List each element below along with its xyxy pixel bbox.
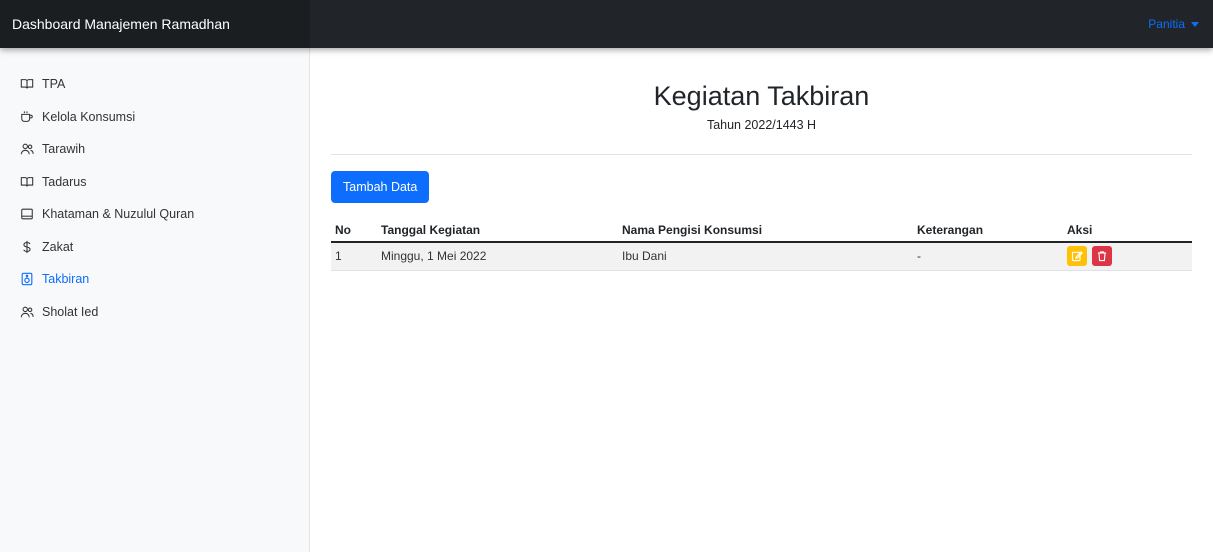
cell-keterangan: -: [913, 242, 1063, 271]
cell-no: 1: [331, 242, 377, 271]
divider: [331, 154, 1192, 155]
sidebar-item-tpa[interactable]: TPA: [0, 68, 309, 101]
main-content: Kegiatan Takbiran Tahun 2022/1443 H Tamb…: [331, 48, 1192, 552]
sidebar-item-label: Tadarus: [42, 174, 87, 189]
sidebar-item-label: Tarawih: [42, 142, 86, 157]
sidebar-item-label: Takbiran: [42, 272, 90, 287]
edit-button[interactable]: [1067, 246, 1087, 267]
sidebar-item-khataman[interactable]: Khataman & Nuzulul Quran: [0, 198, 309, 231]
users-icon: [20, 142, 34, 156]
app-brand[interactable]: Dashboard Manajemen Ramadhan: [0, 0, 310, 48]
users-icon: [20, 305, 34, 319]
dollar-icon: [20, 240, 34, 254]
data-table: No Tanggal Kegiatan Nama Pengisi Konsums…: [331, 219, 1192, 271]
sidebar-item-zakat[interactable]: Zakat: [0, 231, 309, 264]
table-header-row: No Tanggal Kegiatan Nama Pengisi Konsums…: [331, 219, 1192, 243]
column-header-keterangan: Keterangan: [913, 219, 1063, 243]
book-icon: [20, 175, 34, 189]
sidebar-item-tadarus[interactable]: Tadarus: [0, 166, 309, 199]
cell-nama: Ibu Dani: [618, 242, 913, 271]
cell-aksi: [1063, 242, 1192, 271]
delete-button[interactable]: [1092, 246, 1113, 267]
sidebar: TPA Kelola Konsumsi Tarawih Tadarus Khat…: [0, 48, 310, 552]
edit-icon: [1071, 251, 1083, 262]
column-header-nama: Nama Pengisi Konsumsi: [618, 219, 913, 243]
user-dropdown-label: Panitia: [1148, 17, 1185, 31]
cell-tanggal: Minggu, 1 Mei 2022: [377, 242, 618, 271]
sidebar-item-label: Sholat Ied: [42, 304, 99, 319]
sidebar-item-label: Kelola Konsumsi: [42, 109, 136, 124]
sidebar-item-label: Zakat: [42, 239, 74, 254]
speaker-icon: [20, 272, 34, 286]
square-icon: [20, 207, 34, 221]
sidebar-item-kelola-konsumsi[interactable]: Kelola Konsumsi: [0, 101, 309, 134]
sidebar-item-tarawih[interactable]: Tarawih: [0, 133, 309, 166]
sidebar-item-takbiran[interactable]: Takbiran: [0, 263, 309, 296]
column-header-tanggal: Tanggal Kegiatan: [377, 219, 618, 243]
caret-down-icon: [1191, 21, 1199, 27]
sidebar-item-label: Khataman & Nuzulul Quran: [42, 207, 195, 222]
top-navbar: Dashboard Manajemen Ramadhan Panitia: [0, 0, 1213, 48]
column-header-aksi: Aksi: [1063, 219, 1192, 243]
add-data-button[interactable]: Tambah Data: [331, 171, 430, 203]
book-icon: [20, 77, 34, 91]
sidebar-item-label: TPA: [42, 77, 66, 92]
cup-icon: [20, 110, 34, 124]
column-header-no: No: [331, 219, 377, 243]
user-dropdown[interactable]: Panitia: [1148, 0, 1199, 48]
table-row: 1 Minggu, 1 Mei 2022 Ibu Dani -: [331, 242, 1192, 271]
sidebar-item-sholat-ied[interactable]: Sholat Ied: [0, 296, 309, 329]
page-subtitle: Tahun 2022/1443 H: [706, 118, 817, 132]
page-title: Kegiatan Takbiran: [653, 81, 870, 111]
trash-icon: [1098, 251, 1107, 262]
